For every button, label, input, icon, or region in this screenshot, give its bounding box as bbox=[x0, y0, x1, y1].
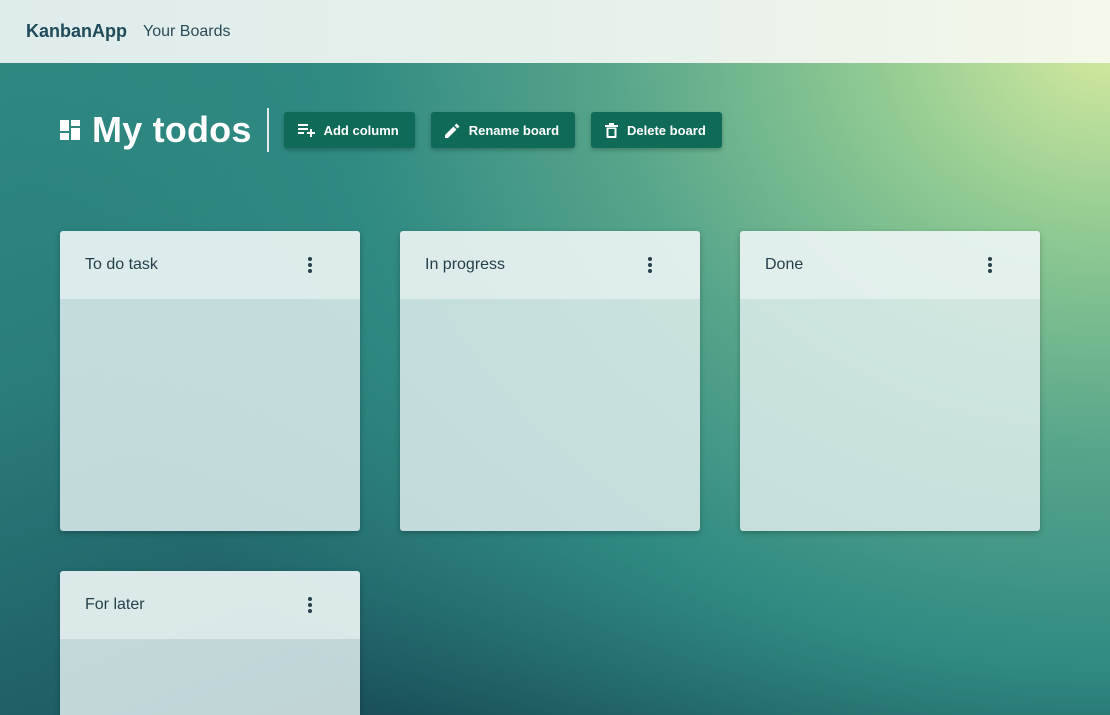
column-drop-area[interactable] bbox=[60, 639, 360, 715]
add-column-label: Add column bbox=[323, 122, 399, 138]
board-title: My todos bbox=[92, 109, 252, 150]
column-title: For later bbox=[85, 596, 145, 613]
column-header: For later bbox=[60, 571, 360, 639]
column-header: To do task bbox=[60, 231, 360, 299]
board-header: My todos Add column Rename board Delete … bbox=[60, 107, 738, 153]
delete-board-button[interactable]: Delete board bbox=[591, 112, 722, 148]
more-vertical-icon[interactable] bbox=[300, 595, 320, 615]
column-drop-area[interactable] bbox=[740, 299, 1040, 531]
column-drop-area[interactable] bbox=[400, 299, 700, 531]
column-header: In progress bbox=[400, 231, 700, 299]
nav-your-boards[interactable]: Your Boards bbox=[143, 23, 230, 41]
header-divider bbox=[266, 108, 269, 152]
top-navbar: KanbanApp Your Boards bbox=[0, 0, 1110, 63]
column-drop-area[interactable] bbox=[60, 299, 360, 531]
column-for-later: For later bbox=[60, 571, 360, 715]
more-vertical-icon[interactable] bbox=[640, 255, 660, 275]
dashboard-icon bbox=[60, 120, 80, 140]
rename-board-button[interactable]: Rename board bbox=[430, 112, 576, 148]
delete-board-label: Delete board bbox=[627, 122, 706, 138]
column-title: In progress bbox=[425, 256, 506, 273]
column-to-do-task: To do task bbox=[60, 231, 360, 531]
add-column-button[interactable]: Add column bbox=[283, 112, 415, 148]
column-in-progress: In progress bbox=[400, 231, 700, 531]
app-brand[interactable]: KanbanApp bbox=[26, 21, 127, 42]
trash-icon bbox=[605, 122, 619, 138]
more-vertical-icon[interactable] bbox=[300, 255, 320, 275]
playlist-add-icon bbox=[297, 124, 315, 137]
column-header: Done bbox=[740, 231, 1040, 299]
column-done: Done bbox=[740, 231, 1040, 531]
more-vertical-icon[interactable] bbox=[980, 255, 1000, 275]
column-title: Done bbox=[765, 256, 804, 273]
rename-board-label: Rename board bbox=[468, 122, 560, 138]
column-title: To do task bbox=[85, 256, 158, 273]
pencil-icon bbox=[444, 123, 460, 138]
